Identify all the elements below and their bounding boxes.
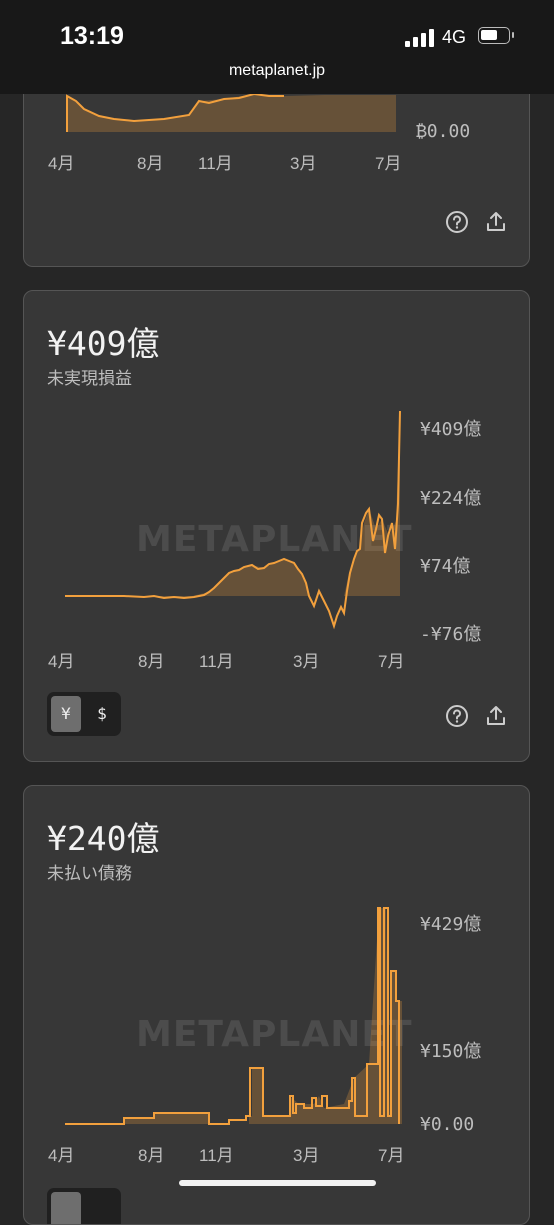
- home-indicator[interactable]: [179, 1180, 376, 1186]
- share-icon[interactable]: [484, 704, 508, 728]
- network-type: 4G: [442, 27, 467, 47]
- y-axis-label: ¥224億: [420, 488, 482, 509]
- currency-toggle-knob[interactable]: [51, 1192, 81, 1224]
- x-axis-label: 7月: [378, 1146, 405, 1165]
- currency-toggle[interactable]: ¥ $: [47, 692, 121, 736]
- url-bar[interactable]: metaplanet.jp: [0, 62, 554, 80]
- holdings-area: [67, 94, 396, 132]
- x-axis-label: 3月: [290, 154, 317, 173]
- currency-yen-option[interactable]: ¥: [51, 696, 81, 732]
- share-icon[interactable]: [484, 210, 508, 234]
- help-icon[interactable]: [445, 704, 469, 728]
- outstanding-debt-card: ¥240億 未払い債務 METAPLANET ¥429億 ¥150億 ¥0.00…: [23, 785, 530, 1225]
- x-axis-label: 7月: [378, 652, 405, 671]
- x-axis-label: 8月: [138, 652, 165, 671]
- status-time: 13:19: [60, 22, 124, 50]
- x-axis-label: 11月: [198, 154, 233, 173]
- pnl-area: [65, 411, 400, 598]
- x-axis-label: 3月: [293, 652, 320, 671]
- y-axis-label: ¥409億: [420, 419, 482, 440]
- debt-chart: [65, 907, 402, 1125]
- x-axis-label: 8月: [137, 154, 164, 173]
- x-axis-label: 8月: [138, 1146, 165, 1165]
- x-axis-label: 11月: [199, 1146, 234, 1165]
- status-bar: 13:19 4G metaplanet.jp: [0, 0, 554, 94]
- battery-icon: [478, 27, 514, 44]
- x-axis-label: 7月: [375, 154, 402, 173]
- x-axis-label: 4月: [48, 154, 75, 173]
- y-axis-label: ¥74億: [420, 556, 471, 577]
- currency-usd-option[interactable]: $: [87, 696, 117, 732]
- x-axis-label: 11月: [199, 652, 234, 671]
- x-axis-label: 4月: [48, 652, 75, 671]
- x-axis-label: 4月: [48, 1146, 75, 1165]
- y-axis-label: ₿0.00: [416, 121, 471, 142]
- x-axis-label: 3月: [293, 1146, 320, 1165]
- y-axis-label: ¥429億: [420, 914, 482, 935]
- signal-icon: [405, 29, 435, 47]
- help-icon[interactable]: [445, 210, 469, 234]
- y-axis-label: ¥150億: [420, 1041, 482, 1062]
- y-axis-label: ¥0.00: [420, 1114, 475, 1135]
- y-axis-label: -¥76億: [420, 624, 482, 645]
- unrealized-pnl-card: ¥409億 未実現損益 METAPLANET ¥409億 ¥224億 ¥74億 …: [23, 290, 530, 762]
- currency-toggle[interactable]: [47, 1188, 121, 1224]
